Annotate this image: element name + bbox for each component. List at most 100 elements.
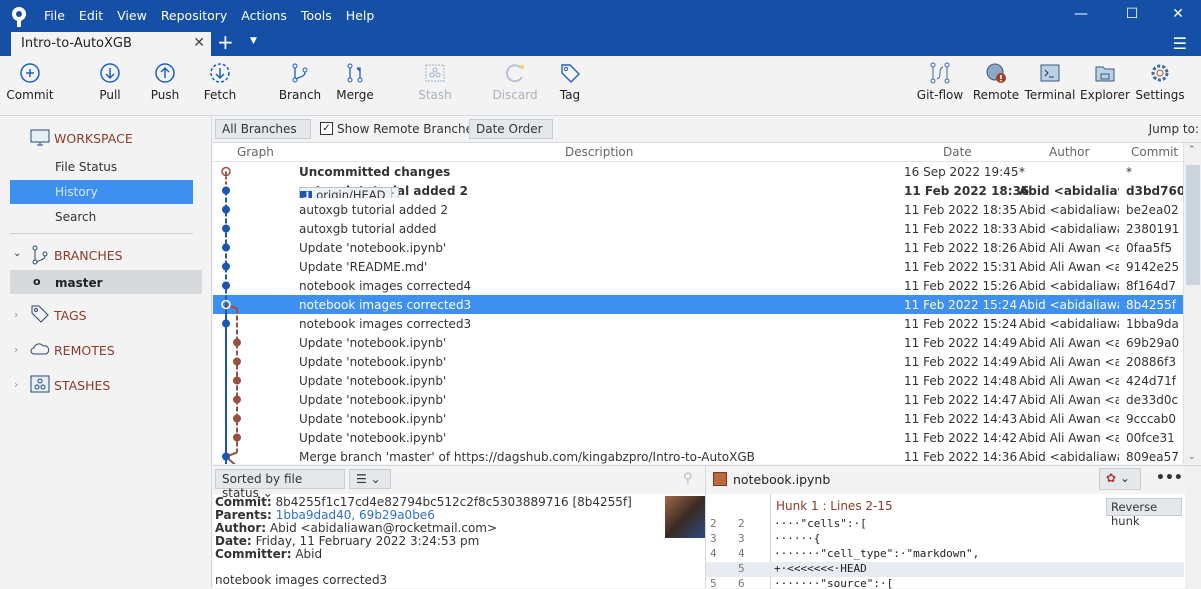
remotes-chevron-icon[interactable]: › — [14, 343, 18, 356]
repo-tab[interactable]: Intro-to-AutoXGB ✕ — [11, 32, 211, 56]
commit-row[interactable]: Update 'notebook.ipynb' 11 Feb 2022 14:49… — [213, 333, 1183, 352]
view-mode-dropdown[interactable]: ☰ ⌄ — [349, 469, 391, 489]
show-remote-checkbox[interactable]: ✓ — [320, 122, 333, 135]
graph-node[interactable] — [222, 205, 230, 214]
commit-row[interactable]: autoxgb tutorial added 11 Feb 2022 18:33 A… — [213, 219, 1183, 238]
pull-button[interactable]: Pull — [80, 62, 140, 102]
diff-options-dropdown[interactable]: ✿ ⌄ — [1099, 468, 1141, 490]
commit-row[interactable]: Update 'notebook.ipynb' 11 Feb 2022 14:49… — [213, 352, 1183, 371]
column-author[interactable]: Author — [1049, 145, 1089, 159]
menu-view[interactable]: View — [117, 8, 147, 23]
sort-dropdown[interactable]: Sorted by file status ⌄ — [215, 469, 345, 500]
tags-chevron-icon[interactable]: › — [14, 308, 18, 321]
column-description[interactable]: Description — [565, 145, 633, 159]
commit-row[interactable]: Update 'notebook.ipynb' 11 Feb 2022 14:47… — [213, 390, 1183, 409]
branch-button[interactable]: Branch — [270, 62, 330, 102]
commit-row[interactable]: Merge branch 'master' of https://dagshub… — [213, 447, 1183, 464]
sidebar-item-history[interactable] — [10, 180, 193, 204]
commit-row[interactable]: notebook images corrected3 11 Feb 2022 15… — [213, 295, 1183, 314]
hamburger-menu-icon[interactable]: ☰ — [1173, 34, 1187, 53]
graph-node[interactable] — [222, 281, 230, 290]
settings-button[interactable]: Settings — [1130, 62, 1190, 102]
order-dropdown[interactable]: Date Order ⌄ — [469, 119, 553, 150]
committer-label: Committer: — [215, 547, 292, 561]
merge-button[interactable]: Merge — [325, 62, 385, 102]
reverse-hunk-button[interactable]: Reverse hunk — [1106, 498, 1182, 528]
scroll-down-icon[interactable]: ⌄ — [1188, 452, 1196, 462]
commit-row[interactable]: notebook images corrected3 11 Feb 2022 15… — [213, 314, 1183, 333]
menu-tools[interactable]: Tools — [301, 8, 332, 23]
terminal-button[interactable]: Terminal — [1020, 62, 1080, 102]
new-tab-button[interactable]: + — [217, 30, 234, 54]
commit-graph — [221, 166, 241, 464]
remotes-header[interactable]: REMOTES — [54, 343, 115, 358]
explorer-button[interactable]: Explorer — [1075, 62, 1135, 102]
commit-row[interactable]: Update 'notebook.ipynb' 11 Feb 2022 14:48… — [213, 371, 1183, 390]
graph-node[interactable] — [222, 319, 230, 328]
stashes-header[interactable]: STASHES — [54, 378, 110, 393]
graph-node[interactable] — [233, 357, 241, 366]
scroll-up-icon[interactable]: ⌃ — [1188, 145, 1196, 155]
commit-list-scrollbar[interactable]: ⌃ ⌄ — [1183, 143, 1201, 464]
graph-node[interactable] — [233, 395, 241, 404]
minimize-button[interactable]: — — [1066, 6, 1096, 22]
diff-line-added[interactable]: 5 +·<<<<<<<·HEAD — [706, 562, 1184, 577]
branch-label-badge[interactable]: ᒧ origin/HEAD — [299, 187, 392, 198]
sidebar-item-file-status[interactable]: File Status — [55, 160, 117, 174]
graph-node[interactable] — [222, 243, 230, 252]
close-window-button[interactable]: ✕ — [1163, 6, 1193, 22]
diff-scrollbar[interactable] — [1185, 466, 1201, 589]
tags-header[interactable]: TAGS — [54, 308, 87, 323]
commit-row[interactable]: O ᒧmasterᒧorigin/masterᒧorigin/HEADautox… — [213, 181, 1183, 200]
menu-help[interactable]: Help — [346, 8, 375, 23]
parent-link[interactable]: 1bba9dad40 — [276, 508, 352, 522]
commit-button[interactable]: Commit — [0, 62, 60, 102]
commit-row[interactable]: Update 'README.md' 11 Feb 2022 15:31 Abid … — [213, 257, 1183, 276]
fetch-button[interactable]: Fetch — [190, 62, 250, 102]
column-graph[interactable]: Graph — [237, 145, 274, 159]
stash-button[interactable]: Stash — [405, 62, 465, 102]
workspace-header[interactable]: WORKSPACE — [54, 131, 133, 146]
stashes-chevron-icon[interactable]: › — [14, 378, 18, 391]
graph-node[interactable] — [222, 452, 230, 461]
branches-header[interactable]: BRANCHES — [54, 248, 123, 263]
discard-button[interactable]: Discard — [485, 62, 545, 102]
commit-row[interactable]: notebook images corrected4 11 Feb 2022 15… — [213, 276, 1183, 295]
branches-expanded-chevron-icon[interactable]: ⌄ — [13, 248, 21, 259]
git-flow-button[interactable]: Git-flow — [910, 62, 970, 102]
commit-row[interactable]: Uncommitted changes 16 Sep 2022 19:45 * * — [213, 162, 1183, 181]
graph-node[interactable] — [233, 338, 241, 347]
menu-edit[interactable]: Edit — [79, 8, 103, 23]
graph-node[interactable] — [233, 433, 241, 442]
maximize-button[interactable]: ☐ — [1117, 6, 1147, 22]
menu-file[interactable]: File — [44, 8, 65, 23]
commit-row[interactable]: autoxgb tutorial added 2 11 Feb 2022 18:3… — [213, 200, 1183, 219]
parent-link[interactable]: 69b29a0be6 — [359, 508, 435, 522]
graph-node[interactable] — [222, 262, 230, 271]
graph-node[interactable] — [233, 376, 241, 385]
graph-node[interactable] — [233, 414, 241, 423]
graph-node[interactable] — [222, 224, 230, 233]
sidebar-item-search[interactable]: Search — [55, 210, 96, 224]
close-tab-icon[interactable]: ✕ — [193, 35, 205, 51]
tag-button[interactable]: Tag — [540, 62, 600, 102]
column-commit[interactable]: Commit — [1131, 145, 1178, 159]
branch-filter-dropdown[interactable]: All Branches ⌄ — [215, 119, 311, 150]
commit-row[interactable]: Update 'notebook.ipynb' 11 Feb 2022 14:42… — [213, 428, 1183, 447]
search-icon[interactable]: ⚲ — [683, 471, 693, 486]
diff-line[interactable]: 4 4 ·······"cell_type":·"markdown", — [706, 547, 1184, 562]
graph-node[interactable] — [222, 186, 230, 195]
push-button[interactable]: Push — [135, 62, 195, 102]
tab-dropdown-icon[interactable]: ▼ — [250, 36, 257, 46]
menu-actions[interactable]: Actions — [241, 8, 287, 23]
more-options-icon[interactable]: ••• — [1156, 470, 1183, 486]
column-date[interactable]: Date — [943, 145, 972, 159]
diff-line[interactable]: 2 2 ····"cells":·[ — [706, 517, 1184, 532]
diff-line[interactable]: 3 3 ······{ — [706, 532, 1184, 547]
menu-repository[interactable]: Repository — [161, 8, 227, 23]
commit-row[interactable]: Update 'notebook.ipynb' 11 Feb 2022 18:26… — [213, 238, 1183, 257]
remote-button[interactable]: Remote — [966, 62, 1026, 102]
scrollbar-thumb[interactable] — [1186, 165, 1200, 285]
commit-row[interactable]: Update 'notebook.ipynb' 11 Feb 2022 14:43… — [213, 409, 1183, 428]
diff-line[interactable]: 5 6 ·······"source":·[ — [706, 577, 1184, 589]
